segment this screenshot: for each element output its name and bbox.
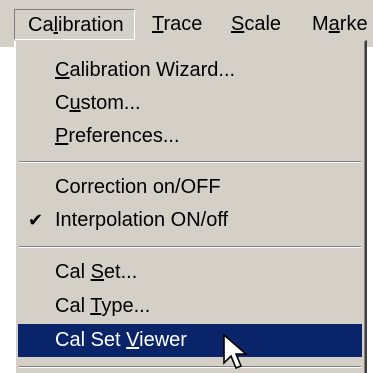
menu-calibration[interactable]: Calibration [14,9,135,40]
checkmark-icon: ✔ [28,210,44,230]
menu-scale[interactable]: Scale [231,9,281,40]
menu-item-cal-type[interactable]: Cal Type... [18,290,362,323]
menu-calibration-label-post: ibration [58,14,124,36]
menu-item-label: Cal Type... [55,295,151,317]
menu-scale-label-post: cale [244,13,282,35]
menu-calibration-label-pre: Ca [28,14,54,36]
menu-item-cal-set[interactable]: Cal Set... [18,256,362,289]
menu-marker[interactable]: Marke [312,9,368,40]
menu-item-label: Calibration Wizard... [55,59,236,81]
menu-marker-label-key: a [328,13,340,35]
menu-separator [19,366,361,368]
menu-trace[interactable]: Trace [152,9,202,40]
menu-item-label: Interpolation ON/off [55,209,229,231]
menu-scale-label-key: S [231,13,245,35]
menu-item-label: Preferences... [55,125,180,147]
app-window: Calibration Trace Scale Marke Calibratio… [0,0,373,373]
menu-item-interpolation[interactable]: ✔ Interpolation ON/off [18,204,362,237]
menu-item-cal-set-viewer[interactable]: Cal Set Viewer [18,324,362,357]
menu-item-preferences[interactable]: Preferences... [18,120,362,153]
menu-item-label: Correction on/OFF [55,176,221,198]
menu-item-correction[interactable]: Correction on/OFF [18,171,362,204]
menu-marker-label-pre: M [312,13,329,35]
calibration-dropdown-menu: Calibration Wizard... Custom... Preferen… [14,40,367,373]
menu-item-label: Custom... [55,92,141,114]
menu-separator [19,161,361,163]
menu-separator [19,246,361,248]
menu-trace-label-key: T [152,13,164,35]
menu-item-custom[interactable]: Custom... [18,87,362,120]
menu-marker-label-post: rke [339,13,368,35]
menu-trace-label-post: race [163,13,203,35]
menu-item-label: Cal Set Viewer [55,329,187,351]
menu-item-label: Cal Set... [55,261,138,283]
mouse-pointer-icon [223,333,249,370]
menu-item-calibration-wizard[interactable]: Calibration Wizard... [18,54,362,87]
